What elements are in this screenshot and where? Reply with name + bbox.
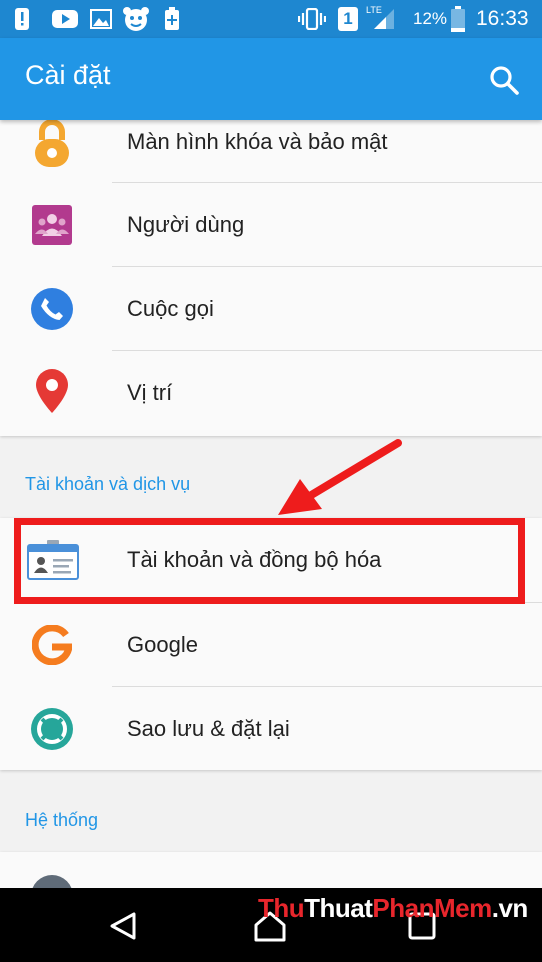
personal-settings-card: Màn hình khóa và bảo mật Người dùng Cuộc… <box>0 98 542 436</box>
vibrate-icon <box>298 0 326 38</box>
search-icon <box>490 66 519 95</box>
users-icon <box>32 205 84 253</box>
clock: 16:33 <box>476 7 529 30</box>
gallery-icon <box>90 0 112 38</box>
setting-item-google[interactable]: Google <box>0 603 542 687</box>
setting-label: Vị trí <box>127 380 173 405</box>
watermark-logo: ThuThuatPhanMem.vn <box>258 893 528 923</box>
youtube-icon <box>52 0 78 38</box>
setting-label: Google <box>127 632 198 657</box>
battery-icon <box>451 0 465 38</box>
battery-percent: 12% <box>413 9 448 28</box>
sim-indicator: 1 <box>338 0 358 38</box>
section-header-accounts: Tài khoản và dịch vụ <box>25 474 191 494</box>
tiger-app-icon <box>122 0 150 38</box>
backup-icon <box>30 707 82 755</box>
search-button[interactable] <box>484 60 524 100</box>
location-pin-icon <box>33 367 85 415</box>
battery-saver-icon <box>164 0 180 38</box>
setting-item-users[interactable]: Người dùng <box>0 183 542 267</box>
highlight-box <box>14 518 525 604</box>
status-bar: 1 LTE 12% 16:33 <box>0 0 542 38</box>
phone-icon <box>30 287 82 335</box>
setting-label: Sao lưu & đặt lại <box>127 716 290 741</box>
setting-item-calls[interactable]: Cuộc gọi <box>0 267 542 351</box>
back-button[interactable] <box>104 906 144 946</box>
red-arrow-annotation <box>278 439 402 515</box>
setting-label: Cuộc gọi <box>127 296 214 321</box>
signal-icon <box>372 0 396 38</box>
settings-screen: 1 LTE 12% 16:33 Cài đặt Màn hình khóa và… <box>0 0 542 962</box>
setting-item-backup-reset[interactable]: Sao lưu & đặt lại <box>0 687 542 771</box>
setting-label: Người dùng <box>127 212 245 237</box>
google-icon <box>31 624 84 673</box>
padlock-icon <box>26 116 78 167</box>
page-title: Cài đặt <box>25 60 111 90</box>
alert-icon <box>14 0 30 38</box>
setting-item-location[interactable]: Vị trí <box>0 351 542 435</box>
app-bar: Cài đặt <box>0 38 542 120</box>
section-header-system: Hệ thống <box>25 810 99 830</box>
back-triangle-icon <box>110 912 136 940</box>
